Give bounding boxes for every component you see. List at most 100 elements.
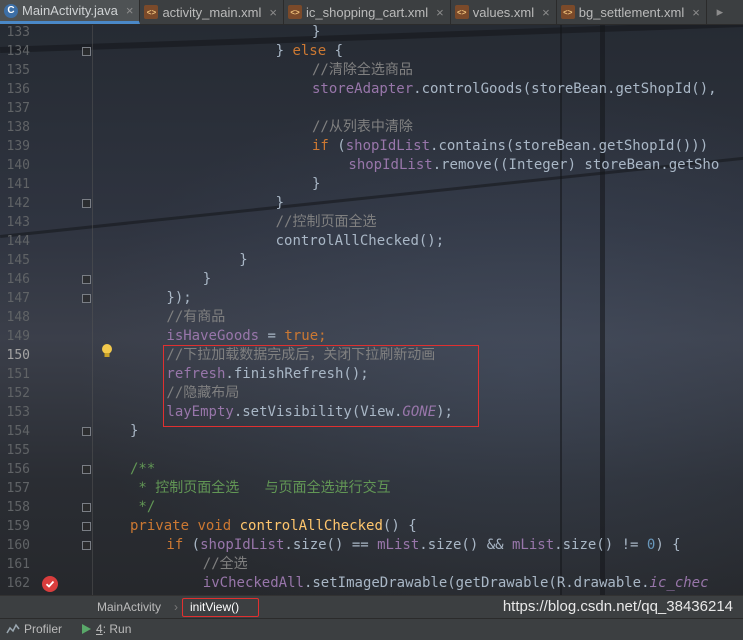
tab-ic-shopping-cart-xml[interactable]: <> ic_shopping_cart.xml × <box>284 0 451 24</box>
code-token: shopIdList <box>348 157 433 173</box>
fold-marker-icon[interactable] <box>82 294 91 303</box>
run-tool-button[interactable]: 4: Run <box>80 622 131 636</box>
code-editor[interactable]: 133 134 135 136 137 138 139 140 141 142 143 144 145 1… <box>0 25 743 595</box>
code-line[interactable]: if (shopIdList.size() == mList.size() &&… <box>166 536 680 555</box>
line-number: 143 <box>6 215 30 230</box>
code-token: { <box>326 43 344 59</box>
code-line[interactable]: layEmpty.setVisibility(View.GONE); <box>166 403 453 422</box>
code-line[interactable]: controlAllChecked(); <box>276 232 445 251</box>
line-number: 135 <box>6 63 30 78</box>
code-line[interactable]: shopIdList.remove((Integer) storeBean.ge… <box>348 156 719 175</box>
code-line[interactable]: //有商品 <box>166 308 225 327</box>
code-line[interactable]: private void controlAllChecked() { <box>130 517 417 536</box>
code-line[interactable]: //隐藏布局 <box>166 384 239 403</box>
tab-overflow-icon[interactable]: ▸ <box>707 0 733 24</box>
code-token: .contains(storeBean.getShopId())) <box>430 138 709 154</box>
code-line[interactable]: } <box>312 175 320 194</box>
xml-file-icon: <> <box>144 5 159 19</box>
code-token: //清除全选商品 <box>312 62 413 78</box>
code-line[interactable]: } <box>312 25 320 42</box>
code-line[interactable]: //下拉加载数据完成后，关闭下拉刷新动画 <box>166 346 435 365</box>
close-icon[interactable]: × <box>692 5 700 20</box>
tab-label: values.xml <box>472 4 535 20</box>
code-token: * 控制页面全选 与页面全选进行交互 <box>130 480 391 496</box>
code-line[interactable]: /** <box>130 460 155 479</box>
code-line[interactable]: refresh.finishRefresh(); <box>166 365 368 384</box>
close-icon[interactable]: × <box>542 5 550 20</box>
code-token: //控制页面全选 <box>275 214 377 230</box>
code-token: .controlGoods(storeBean.getShopId(), <box>413 81 717 97</box>
code-token: }); <box>166 290 192 306</box>
line-number: 155 <box>6 443 30 458</box>
code-token: else <box>292 43 327 59</box>
code-line[interactable]: } <box>203 270 211 289</box>
code-token: GONE <box>402 404 437 420</box>
fold-marker-icon[interactable] <box>82 503 91 512</box>
code-line[interactable]: //全选 <box>203 555 248 574</box>
line-number: 149 <box>6 329 30 344</box>
lightbulb-icon[interactable] <box>100 343 114 359</box>
code-token: controlAllChecked <box>239 518 383 534</box>
line-number: 142 <box>6 196 30 211</box>
code-line[interactable]: * 控制页面全选 与页面全选进行交互 <box>130 479 391 498</box>
code-line[interactable]: isHaveGoods = true; <box>166 327 326 346</box>
code-token: } <box>312 25 321 40</box>
code-token: ; <box>318 328 327 344</box>
line-number: 136 <box>6 82 30 97</box>
code-token: .size() && <box>419 537 512 553</box>
tab-bg-settlement-xml[interactable]: <> bg_settlement.xml × <box>557 0 707 24</box>
code-line[interactable]: } <box>276 194 284 213</box>
code-token: ic_chec <box>649 575 709 591</box>
line-number: 146 <box>6 272 30 287</box>
code-line[interactable]: }); <box>166 289 191 308</box>
line-number: 139 <box>6 139 30 154</box>
code-token: if <box>166 537 184 553</box>
close-icon[interactable]: × <box>269 5 277 20</box>
fold-marker-icon[interactable] <box>82 47 91 56</box>
code-token: } <box>239 252 248 268</box>
close-icon[interactable]: × <box>126 3 134 18</box>
code-token: ); <box>436 404 453 420</box>
fold-marker-icon[interactable] <box>82 541 91 550</box>
breadcrumb-item-method[interactable]: initView() <box>190 599 239 615</box>
code-token: .finishRefresh(); <box>225 366 369 382</box>
fold-marker-icon[interactable] <box>82 465 91 474</box>
code-token: storeAdapter <box>312 81 414 97</box>
tab-mainactivity-java[interactable]: C MainActivity.java × <box>0 0 141 24</box>
line-number-gutter: 133 134 135 136 137 138 139 140 141 142 143 144 145 1… <box>0 25 91 595</box>
tab-values-xml[interactable]: <> values.xml × <box>451 0 557 24</box>
code-token: private <box>130 518 190 534</box>
code-line[interactable]: if (shopIdList.contains(storeBean.getSho… <box>312 137 708 156</box>
code-token: shopIdList <box>200 537 285 553</box>
line-number: 145 <box>6 253 30 268</box>
line-number: 157 <box>6 481 30 496</box>
code-area[interactable]: }} else {//清除全选商品 storeAdapter.controlGoo… <box>93 25 743 595</box>
profiler-tool-button[interactable]: Profiler <box>6 622 62 636</box>
code-line[interactable]: //清除全选商品 <box>312 61 413 80</box>
code-line[interactable]: storeAdapter.controlGoods(storeBean.getS… <box>312 80 717 99</box>
code-line[interactable]: ivCheckedAll.setImageDrawable(getDrawabl… <box>203 574 709 593</box>
breadcrumb-item-class[interactable]: MainActivity <box>97 599 161 615</box>
code-line[interactable]: } else { <box>276 42 343 61</box>
code-line[interactable]: } <box>130 422 138 441</box>
code-line[interactable]: //从列表中清除 <box>312 118 413 137</box>
code-line[interactable]: */ <box>130 498 155 517</box>
line-number: 160 <box>6 538 30 553</box>
fold-marker-icon[interactable] <box>82 275 91 284</box>
code-line[interactable]: //控制页面全选 <box>276 213 377 232</box>
line-number: 148 <box>6 310 30 325</box>
code-token: } <box>130 423 139 439</box>
tab-activity-main-xml[interactable]: <> activity_main.xml × <box>140 0 284 24</box>
code-token: ) { <box>655 537 681 553</box>
fold-marker-icon[interactable] <box>82 427 91 436</box>
tool-window-bar: Profiler 4: Run <box>0 618 743 640</box>
code-token: shopIdList <box>345 138 431 154</box>
close-icon[interactable]: × <box>436 5 444 20</box>
xml-file-icon: <> <box>560 5 575 19</box>
code-token: //从列表中清除 <box>312 119 413 135</box>
code-line[interactable]: } <box>239 251 247 270</box>
line-number: 153 <box>6 405 30 420</box>
fold-marker-icon[interactable] <box>82 522 91 531</box>
fold-marker-icon[interactable] <box>82 199 91 208</box>
breakpoint-icon[interactable] <box>42 576 58 592</box>
